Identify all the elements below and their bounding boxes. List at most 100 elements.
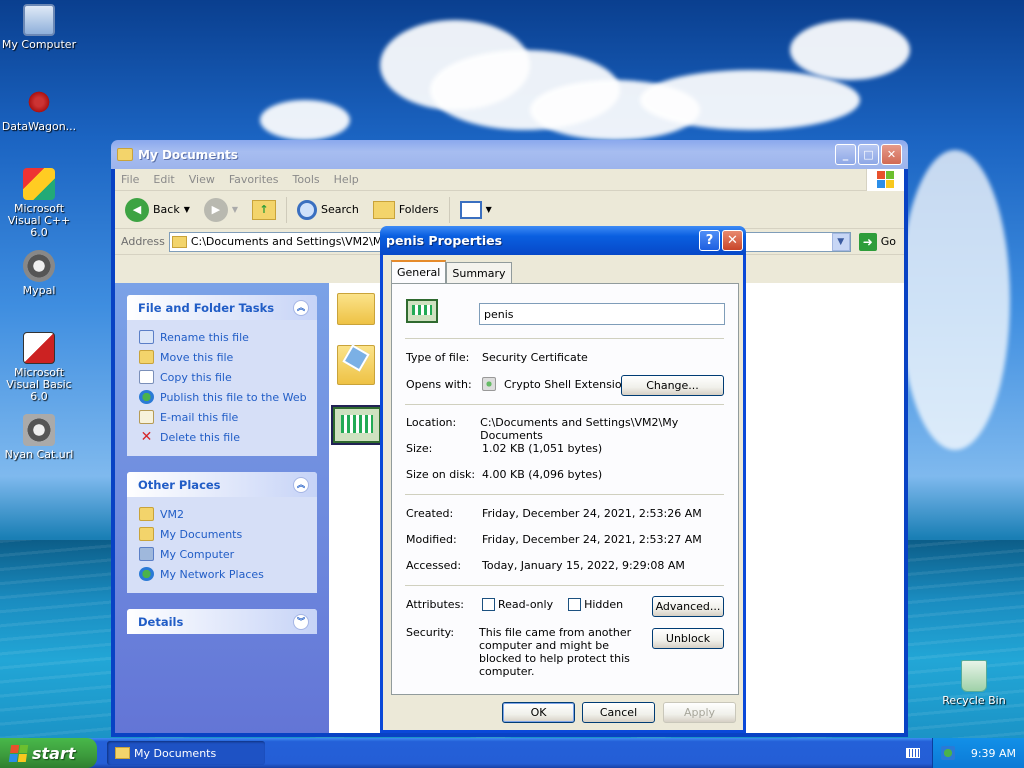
menu-view[interactable]: View — [189, 173, 215, 186]
desktop-icon-my-computer[interactable]: My Computer — [0, 4, 78, 51]
desktop-icon-datawagon[interactable]: DataWagon... — [0, 86, 78, 133]
menu-bar: File Edit View Favorites Tools Help — [115, 168, 904, 191]
copy-icon — [139, 370, 154, 384]
panel-header[interactable]: Details ︾ — [127, 609, 317, 634]
taskbar-item-label: My Documents — [134, 746, 217, 760]
window-title: My Documents — [138, 147, 238, 162]
folder-item[interactable] — [337, 344, 377, 395]
panel-title: Details — [138, 614, 184, 629]
accessed-label: Accessed: — [406, 559, 462, 572]
taskbar-item-my-documents[interactable]: My Documents — [107, 741, 265, 765]
views-button[interactable]: ▼ — [456, 195, 496, 225]
task-label: Publish this file to the Web — [160, 390, 307, 404]
explorer-titlebar[interactable]: My Documents _ □ ✕ — [111, 140, 908, 169]
up-button[interactable]: ↑ — [248, 195, 280, 225]
properties-dialog[interactable]: penis Properties ? ✕ General Summary Typ… — [380, 226, 746, 733]
task-delete[interactable]: ✕ Delete this file — [139, 427, 307, 447]
desktop-icon-nyan-cat[interactable]: Nyan Cat.url — [0, 414, 78, 461]
menu-tools[interactable]: Tools — [293, 173, 320, 186]
go-arrow-icon: ➜ — [858, 232, 877, 251]
tab-general[interactable]: General — [391, 260, 447, 283]
place-label: My Network Places — [160, 567, 264, 581]
cloud — [260, 100, 350, 140]
tab-strip: General Summary — [391, 260, 512, 283]
keyboard-icon[interactable] — [906, 748, 920, 758]
folders-button[interactable]: Folders — [369, 195, 443, 225]
task-move[interactable]: Move this file — [139, 347, 307, 367]
maximize-button[interactable]: □ — [858, 144, 879, 165]
chevron-down-icon: ▼ — [183, 205, 190, 214]
hidden-label: Hidden — [584, 598, 624, 611]
go-label: Go — [880, 235, 896, 248]
dialog-body: General Summary Type of file: Security C… — [383, 255, 743, 730]
task-email[interactable]: E-mail this file — [139, 407, 307, 427]
folder-item[interactable] — [337, 293, 377, 329]
certificate-file-item[interactable] — [331, 405, 383, 445]
search-button[interactable]: Search — [293, 195, 363, 225]
type-value: Security Certificate — [482, 351, 588, 364]
panel-header[interactable]: Other Places ︽ — [127, 472, 317, 497]
certificate-icon — [406, 299, 438, 323]
rename-icon — [139, 330, 154, 344]
dialog-close-button[interactable]: ✕ — [722, 230, 743, 251]
menu-file[interactable]: File — [121, 173, 139, 186]
place-my-documents[interactable]: My Documents — [139, 524, 307, 544]
place-label: My Computer — [160, 547, 235, 561]
desktop-icon-label: Mypal — [22, 284, 56, 297]
back-button[interactable]: ◀ Back ▼ — [121, 195, 194, 225]
place-my-computer[interactable]: My Computer — [139, 544, 307, 564]
clock[interactable]: 9:39 AM — [971, 747, 1016, 760]
desktop-icon-visual-basic[interactable]: Microsoft Visual Basic 6.0 — [0, 332, 78, 403]
views-icon — [459, 200, 482, 219]
panel-header[interactable]: File and Folder Tasks ︽ — [127, 295, 317, 320]
menu-edit[interactable]: Edit — [153, 173, 174, 186]
task-label: Rename this file — [160, 330, 249, 344]
size-label: Size: — [406, 442, 433, 455]
raccoon-icon — [23, 414, 55, 446]
apply-button[interactable]: Apply — [663, 702, 736, 723]
advanced-button[interactable]: Advanced... — [652, 596, 724, 617]
go-button[interactable]: ➜ Go — [855, 232, 904, 251]
windows-flag-icon — [8, 744, 29, 762]
computer-icon — [139, 547, 154, 561]
menu-favorites[interactable]: Favorites — [229, 173, 279, 186]
network-icon — [139, 567, 154, 581]
chevron-down-icon: ▼ — [231, 205, 239, 214]
start-label: start — [32, 743, 76, 763]
back-label: Back — [153, 203, 180, 216]
place-network[interactable]: My Network Places — [139, 564, 307, 584]
hidden-checkbox[interactable] — [568, 598, 582, 611]
chevron-down-icon[interactable]: ︾ — [293, 613, 309, 630]
ok-button[interactable]: OK — [502, 702, 575, 723]
dialog-titlebar[interactable]: penis Properties ? ✕ — [380, 226, 746, 255]
task-publish[interactable]: Publish this file to the Web — [139, 387, 307, 407]
menu-help[interactable]: Help — [334, 173, 359, 186]
chevron-up-icon[interactable]: ︽ — [293, 299, 309, 316]
help-button[interactable]: ? — [699, 230, 720, 251]
forward-button[interactable]: ▶ ▼ — [200, 195, 242, 225]
change-button[interactable]: Change... — [621, 375, 724, 396]
read-only-checkbox[interactable] — [482, 598, 495, 611]
cancel-button[interactable]: Cancel — [582, 702, 655, 723]
forward-arrow-icon: ▶ — [203, 197, 228, 222]
visual-cpp-icon — [23, 168, 55, 200]
place-vm2[interactable]: VM2 — [139, 504, 307, 524]
unblock-button[interactable]: Unblock — [652, 628, 724, 649]
close-button[interactable]: ✕ — [881, 144, 902, 165]
globe-icon — [139, 390, 154, 404]
chevron-up-icon[interactable]: ︽ — [293, 476, 309, 493]
task-rename[interactable]: Rename this file — [139, 327, 307, 347]
network-status-icon[interactable] — [940, 746, 955, 760]
start-button[interactable]: start — [0, 738, 97, 768]
desktop-icon-recycle-bin[interactable]: Recycle Bin — [935, 660, 1013, 707]
desktop-icon-mypal[interactable]: Mypal — [0, 250, 78, 297]
desktop-icon-label: Recycle Bin — [942, 694, 1006, 707]
tab-summary[interactable]: Summary — [446, 262, 512, 283]
size-on-disk-label: Size on disk: — [406, 468, 476, 481]
file-name-input[interactable] — [479, 303, 725, 325]
address-dropdown-button[interactable]: ▼ — [831, 232, 850, 251]
address-label: Address — [121, 235, 165, 248]
desktop-icon-visual-cpp[interactable]: Microsoft Visual C++ 6.0 — [0, 168, 78, 239]
task-copy[interactable]: Copy this file — [139, 367, 307, 387]
minimize-button[interactable]: _ — [835, 144, 856, 165]
